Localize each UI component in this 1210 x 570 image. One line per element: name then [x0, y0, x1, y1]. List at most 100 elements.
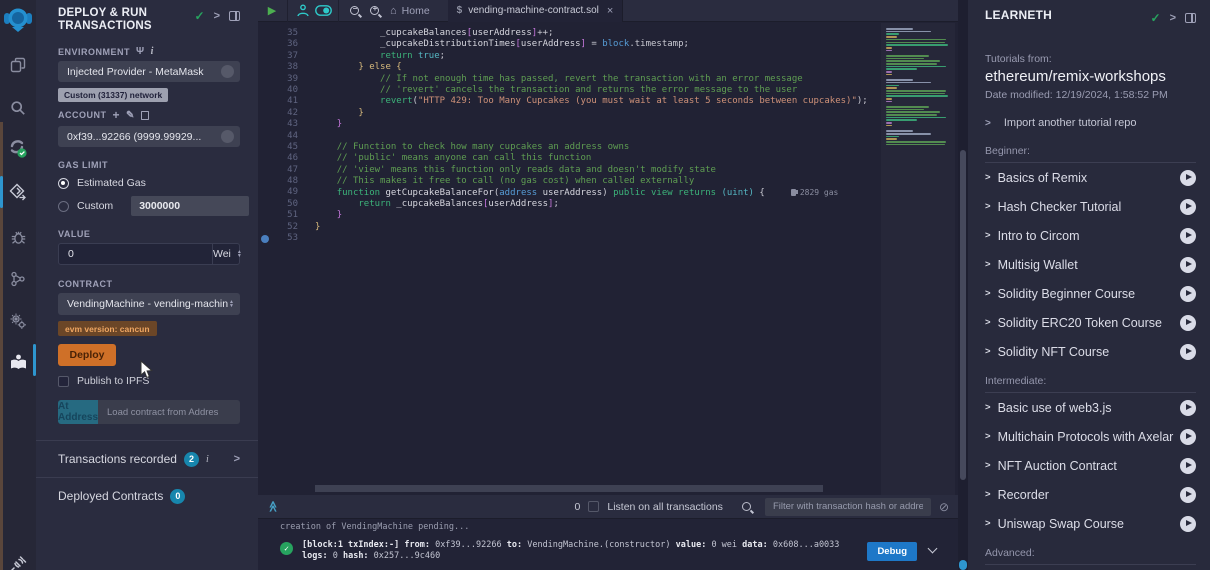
line-number[interactable]: 42	[258, 108, 298, 119]
clear-console-icon[interactable]: ⊘	[939, 500, 949, 514]
file-tab[interactable]: $ vending-machine-contract.sol ×	[448, 0, 624, 22]
value-input[interactable]	[59, 244, 212, 264]
chevron-right-icon[interactable]: >	[1170, 12, 1176, 24]
line-number[interactable]: 49	[258, 187, 298, 198]
chevron-right-icon[interactable]: >	[214, 10, 220, 22]
play-button[interactable]	[1180, 228, 1196, 244]
custom-gas-radio[interactable]	[58, 201, 69, 212]
scrollbar-thumb[interactable]	[960, 150, 966, 480]
close-icon[interactable]: ×	[607, 5, 613, 17]
toggle-icon[interactable]	[313, 0, 333, 22]
contract-stepper-icon[interactable]: ▲▼	[229, 300, 234, 308]
tutorial-item[interactable]: >Multisig Wallet	[985, 250, 1196, 279]
environment-select[interactable]: Injected Provider - MetaMask	[58, 61, 240, 82]
home-tab[interactable]: ⌂ Home	[384, 5, 436, 17]
debug-button[interactable]: Debug	[867, 542, 917, 561]
play-button[interactable]	[1180, 286, 1196, 302]
tutorial-item[interactable]: >All about Proxy Contracts	[985, 565, 1196, 570]
remix-logo[interactable]	[0, 5, 36, 35]
editor-minimap[interactable]	[881, 23, 955, 495]
run-script-button[interactable]: ▶	[262, 0, 282, 22]
play-button[interactable]	[1180, 199, 1196, 215]
line-number[interactable]: 45	[258, 142, 298, 153]
copy-icon[interactable]	[141, 111, 149, 120]
custom-gas-input[interactable]	[131, 196, 249, 216]
code-editor[interactable]: 35 _cupcakeBalances[userAddress]++;36 _c…	[258, 23, 958, 495]
book-icon[interactable]	[0, 347, 36, 377]
add-account-icon[interactable]: +	[113, 108, 121, 122]
import-repo-row[interactable]: > Import another tutorial repo	[985, 117, 1196, 129]
line-number[interactable]: 36	[258, 39, 298, 50]
play-button[interactable]	[1180, 344, 1196, 360]
tutorial-item[interactable]: >Solidity ERC20 Token Course	[985, 308, 1196, 337]
line-number[interactable]: 44	[258, 131, 298, 142]
play-button[interactable]	[1180, 516, 1196, 532]
deploy-button[interactable]: Deploy	[58, 344, 116, 366]
sign-message-icon[interactable]: ✎	[126, 110, 135, 121]
line-number[interactable]: 37	[258, 51, 298, 62]
tutorial-item[interactable]: >Basics of Remix	[985, 163, 1196, 192]
tutorial-item[interactable]: >Solidity Beginner Course	[985, 279, 1196, 308]
tutorial-item[interactable]: >NFT Auction Contract	[985, 451, 1196, 480]
tutorial-item[interactable]: >Uniswap Swap Course	[985, 509, 1196, 538]
publish-ipfs-checkbox[interactable]	[58, 376, 69, 387]
line-number[interactable]: 51	[258, 210, 298, 221]
terminal-filter-input[interactable]	[765, 498, 931, 516]
account-select[interactable]: 0xf39...92266 (9999.99929...	[58, 126, 240, 147]
debugger-icon[interactable]	[0, 222, 36, 252]
line-number[interactable]: 46	[258, 153, 298, 164]
environment-select-circle-icon[interactable]	[221, 65, 234, 78]
play-button[interactable]	[1180, 487, 1196, 503]
play-button[interactable]	[1180, 315, 1196, 331]
line-number[interactable]: 48	[258, 176, 298, 187]
pin-panel-icon[interactable]	[1185, 13, 1196, 23]
breakpoint-dot[interactable]	[261, 235, 269, 243]
listen-checkbox[interactable]	[588, 501, 599, 512]
line-number[interactable]: 39	[258, 74, 298, 85]
expand-terminal-icon[interactable]: ≫	[266, 501, 279, 513]
transactions-recorded-row[interactable]: Transactions recorded 2 i >	[58, 441, 240, 477]
line-number[interactable]: 43	[258, 119, 298, 130]
chevron-down-icon[interactable]	[928, 544, 938, 554]
info-icon[interactable]: i	[206, 454, 209, 465]
horizontal-scrollbar[interactable]	[315, 485, 823, 492]
line-number[interactable]: 47	[258, 165, 298, 176]
account-copy-circle-icon[interactable]	[221, 130, 234, 143]
contract-select[interactable]: VendingMachine - vending-machin ▲▼	[58, 293, 240, 315]
tutorial-item[interactable]: >Multichain Protocols with Axelar	[985, 422, 1196, 451]
chevron-right-icon[interactable]: >	[234, 453, 240, 465]
line-number[interactable]: 50	[258, 199, 298, 210]
zoom-in-icon[interactable]: +	[364, 0, 384, 22]
walkthrough-icon[interactable]	[293, 0, 313, 22]
deploy-run-icon[interactable]	[0, 177, 36, 207]
transaction-log-row[interactable]: ✓ [block:1 txIndex:-] from: 0xf39...9226…	[280, 540, 958, 562]
play-button[interactable]	[1180, 458, 1196, 474]
branch-icon[interactable]	[0, 264, 36, 294]
value-unit-select[interactable]: Wei ▲▼	[212, 244, 242, 264]
line-number[interactable]: 52	[258, 222, 298, 233]
stepper-icon[interactable]: ▲▼	[237, 250, 242, 258]
search-icon[interactable]	[0, 93, 36, 123]
line-number[interactable]: 40	[258, 85, 298, 96]
plug-mini-icon[interactable]: Ψ	[136, 46, 145, 57]
at-address-input[interactable]	[98, 400, 240, 424]
play-button[interactable]	[1180, 257, 1196, 273]
gears-icon[interactable]	[0, 306, 36, 336]
info-icon[interactable]: i	[151, 46, 154, 57]
solidity-compiler-icon[interactable]	[0, 133, 36, 163]
file-explorer-icon[interactable]	[0, 50, 36, 80]
tutorial-item[interactable]: >Basic use of web3.js	[985, 393, 1196, 422]
line-number[interactable]: 41	[258, 96, 298, 107]
plug-icon[interactable]	[0, 548, 36, 570]
tutorial-item[interactable]: >Intro to Circom	[985, 221, 1196, 250]
estimated-gas-radio[interactable]	[58, 178, 69, 189]
pin-panel-icon[interactable]	[229, 11, 240, 21]
tutorial-item[interactable]: >Hash Checker Tutorial	[985, 192, 1196, 221]
play-button[interactable]	[1180, 400, 1196, 416]
deployed-contracts-row[interactable]: Deployed Contracts 0	[58, 478, 240, 514]
tutorial-item[interactable]: >Solidity NFT Course	[985, 337, 1196, 366]
line-number[interactable]: 35	[258, 28, 298, 39]
tutorial-item[interactable]: >Recorder	[985, 480, 1196, 509]
zoom-out-icon[interactable]: −	[344, 0, 364, 22]
play-button[interactable]	[1180, 429, 1196, 445]
